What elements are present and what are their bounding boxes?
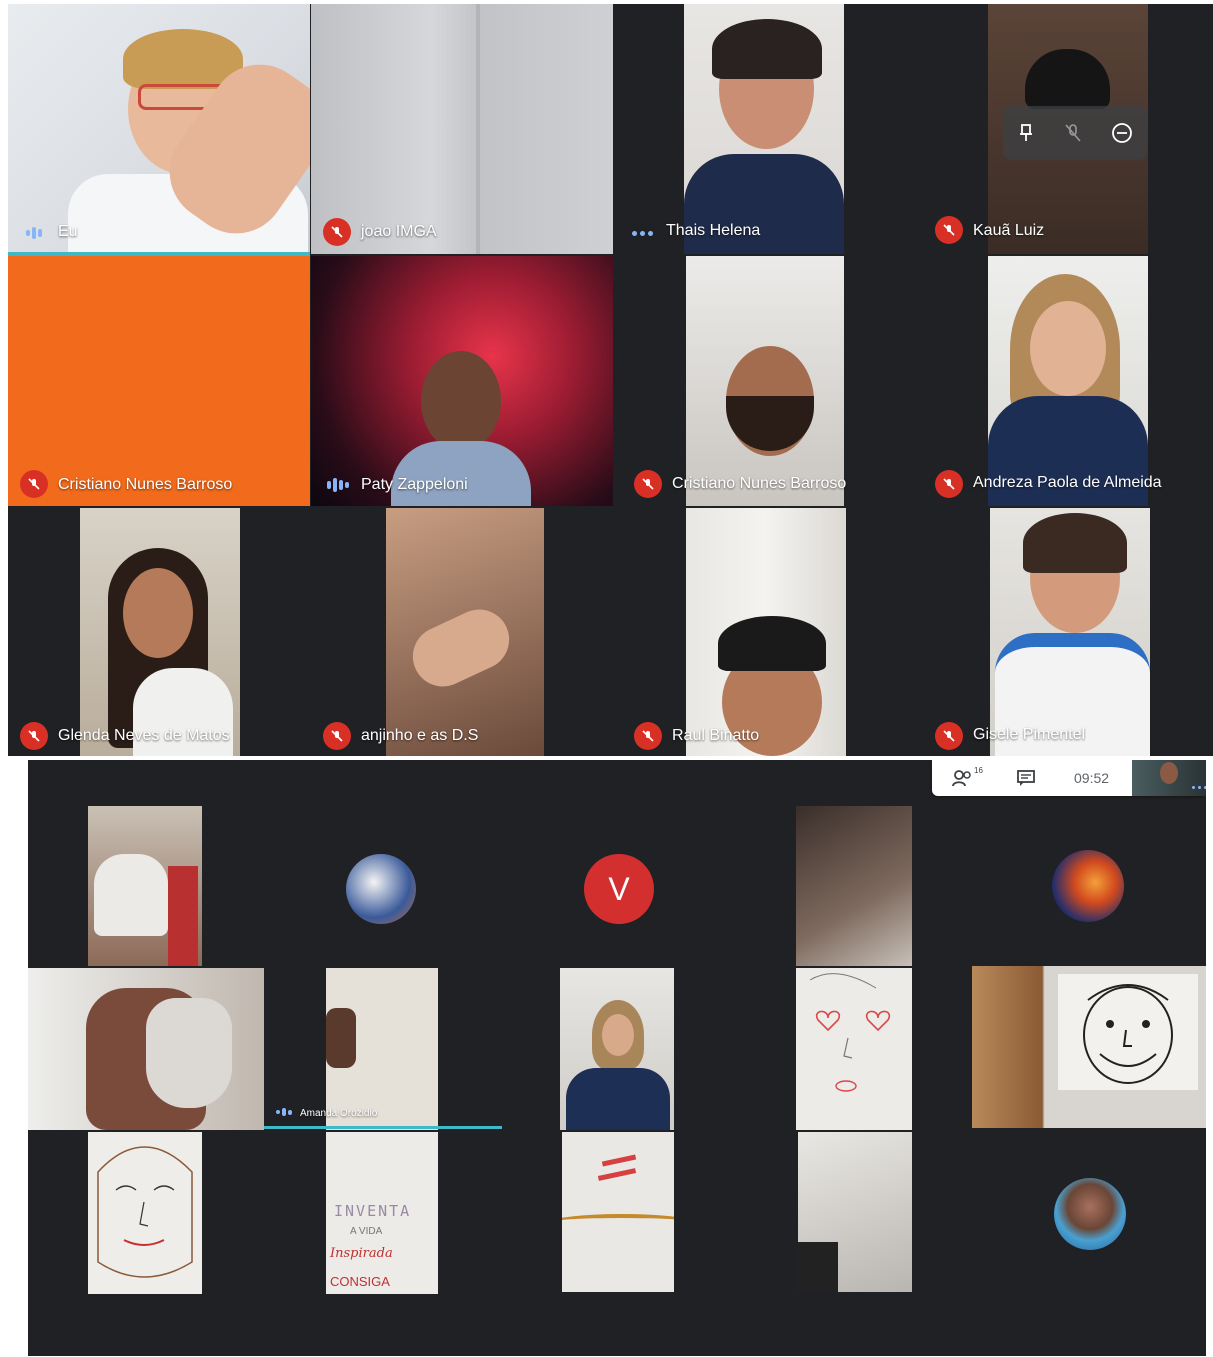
participant-name: Paty Zappeloni [361, 476, 468, 493]
participant-name: Cristiano Nunes Barroso [58, 476, 233, 493]
participant-name: Raul Binatto [672, 727, 760, 744]
video-tile-joao[interactable]: joao IMGA [311, 4, 613, 254]
participant-name: Gisele Pimentel [973, 726, 1086, 743]
drawing-text: CONSIGA [330, 1274, 390, 1289]
speaking-indicator-icon [327, 476, 349, 494]
participant-name: anjinho e as D.S [361, 727, 479, 744]
video-tile-paty[interactable]: Paty Zappeloni [311, 256, 613, 506]
mic-off-icon [935, 216, 963, 244]
meeting-top-bar: 16 09:52 [932, 760, 1206, 796]
people-count: 16 [974, 766, 983, 775]
video-tile-anjinho[interactable]: anjinho e as D.S [311, 508, 613, 756]
mic-off-icon [20, 470, 48, 498]
participant-name: Glenda Neves de Matos [58, 727, 230, 744]
drawing-text: Inspirada [330, 1246, 393, 1261]
mic-off-icon [20, 722, 48, 750]
speaker-name: Amanda Orozidio [300, 1108, 378, 1119]
video-tile-gisele[interactable]: Gisele Pimentel [915, 508, 1213, 756]
meeting-time: 09:52 [1074, 770, 1110, 786]
meet-grid-screen-2: 16 09:52 V Amanda Orozidio INVENTA A VID… [28, 760, 1206, 1356]
chat-icon[interactable] [1016, 769, 1036, 787]
video-tile-amanda[interactable] [326, 968, 438, 1130]
mic-off-icon [634, 470, 662, 498]
video-tile-smiley-drawing[interactable] [972, 966, 1206, 1128]
participant-name: Kauã Luiz [973, 222, 1045, 239]
remove-icon[interactable] [1111, 122, 1133, 144]
speaking-indicator-icon [632, 231, 653, 236]
video-tile-kaua[interactable]: Kauã Luiz [915, 4, 1213, 254]
video-tile-invente-drawing[interactable]: INVENTA A VIDA Inspirada CONSIGA [326, 1132, 438, 1294]
drawing-text: INVENTA [334, 1202, 412, 1220]
mic-off-icon [323, 218, 351, 246]
video-tile-cristiano-orange[interactable]: Cristiano Nunes Barroso [8, 256, 310, 506]
active-speaker-bar [264, 1126, 502, 1129]
participant-name: joao IMGA [361, 223, 437, 240]
participant-avatar[interactable] [1052, 850, 1124, 922]
mute-icon[interactable] [1064, 123, 1082, 143]
video-tile-andreza[interactable]: Andreza Paola de Almeida [915, 256, 1213, 506]
speaking-indicator-icon [26, 224, 42, 242]
video-tile-glenda[interactable]: Glenda Neves de Matos [8, 508, 310, 756]
participant-avatar-letter[interactable]: V [584, 854, 654, 924]
participant-avatar[interactable] [1054, 1178, 1126, 1250]
participant-name: Eu [58, 223, 78, 240]
mic-off-icon [323, 722, 351, 750]
video-tile-face-drawing[interactable] [88, 1132, 202, 1294]
video-tile-paper-closeup[interactable] [798, 1132, 912, 1292]
tile-hover-controls [1003, 106, 1147, 160]
participant-avatar[interactable] [346, 854, 416, 924]
video-tile-andreza-small[interactable] [560, 968, 674, 1130]
pin-icon[interactable] [1017, 123, 1035, 143]
participant-name: Cristiano Nunes Barroso [672, 475, 847, 492]
participant-name: Andreza Paola de Almeida [973, 474, 1162, 491]
video-tile-striped-object[interactable] [562, 1132, 674, 1292]
video-tile-heart-drawing[interactable] [796, 968, 912, 1130]
video-tile-mask-drawing-2[interactable] [28, 968, 264, 1130]
meet-grid-screen-1: Eu joao IMGA Thais Helena Kauã Luiz Cris… [8, 4, 1213, 756]
video-tile-cristiano[interactable]: Cristiano Nunes Barroso [614, 256, 914, 506]
mic-off-icon [935, 722, 963, 750]
video-tile-raul[interactable]: Raul Binatto [614, 508, 914, 756]
participant-name: Thais Helena [666, 222, 761, 239]
mic-off-icon [634, 722, 662, 750]
drawing-text: A VIDA [350, 1226, 383, 1237]
self-view-thumbnail[interactable] [1132, 760, 1206, 796]
speaking-indicator-icon [276, 1106, 292, 1118]
video-tile-room[interactable] [796, 806, 912, 966]
video-tile-thais[interactable]: Thais Helena [614, 4, 914, 254]
mic-off-icon [935, 470, 963, 498]
video-tile-mask-drawing-1[interactable] [88, 806, 202, 966]
people-icon[interactable] [952, 769, 974, 787]
video-tile-eu[interactable]: Eu [8, 4, 310, 254]
